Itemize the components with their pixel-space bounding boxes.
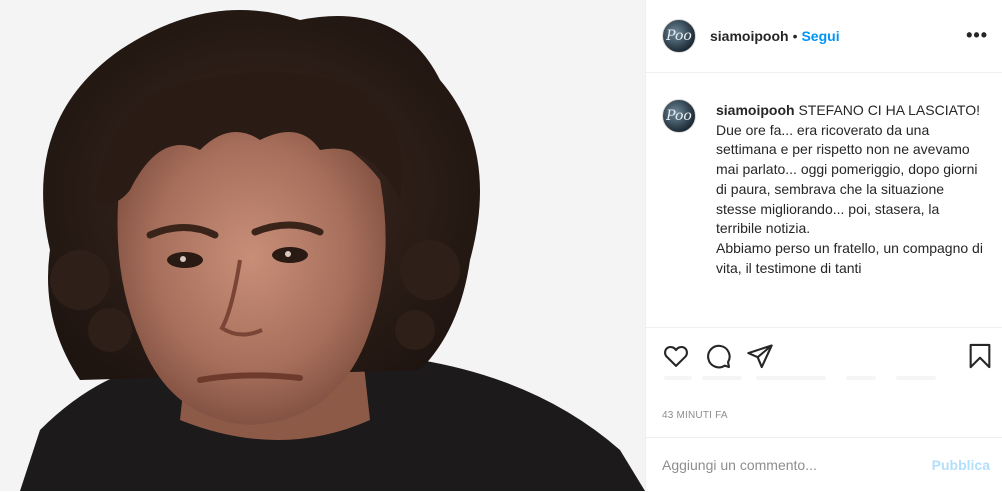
caption-area[interactable]: Poo siamoipooh STEFANO CI HA LASCIATO! D… (646, 73, 1002, 327)
caption-title: STEFANO CI HA LASCIATO! (798, 102, 980, 118)
caption-text: siamoipooh STEFANO CI HA LASCIATO! Due o… (716, 101, 986, 278)
comment-composer: Pubblica (646, 437, 1002, 492)
post-sidebar: Poo siamoipooh • Segui ••• Poo siamoipoo… (646, 0, 1002, 491)
caption-username[interactable]: siamoipooh (716, 102, 795, 118)
pooh-logo-icon: Poo (666, 28, 692, 44)
comment-bubble-icon[interactable] (704, 342, 732, 370)
follow-button[interactable]: Segui (801, 28, 839, 44)
post-timestamp[interactable]: 43 MINUTI FA (662, 410, 728, 421)
likes-placeholder (896, 376, 936, 380)
post-header: Poo siamoipooh • Segui ••• (646, 0, 1002, 73)
bookmark-icon[interactable] (966, 342, 994, 370)
more-options-icon[interactable]: ••• (966, 26, 988, 44)
heart-icon[interactable] (662, 342, 690, 370)
likes-placeholder (756, 376, 826, 380)
post-photo[interactable] (0, 0, 646, 491)
header-username[interactable]: siamoipooh (710, 28, 789, 44)
likes-placeholder (702, 376, 742, 380)
paper-plane-icon[interactable] (746, 342, 774, 370)
caption-avatar[interactable]: Poo (662, 99, 696, 133)
likes-placeholder (846, 376, 876, 380)
pooh-logo-icon: Poo (666, 108, 692, 124)
likes-placeholder (664, 376, 692, 380)
caption-paragraph: Due ore fa... era ricoverato da una sett… (716, 121, 978, 237)
profile-avatar[interactable]: Poo (662, 19, 696, 53)
portrait-image (0, 0, 645, 491)
comment-input[interactable] (662, 454, 912, 476)
caption-paragraph: Abbiamo perso un fratello, un compagno d… (716, 239, 983, 276)
publish-button[interactable]: Pubblica (932, 457, 990, 473)
separator-dot: • (792, 28, 798, 44)
